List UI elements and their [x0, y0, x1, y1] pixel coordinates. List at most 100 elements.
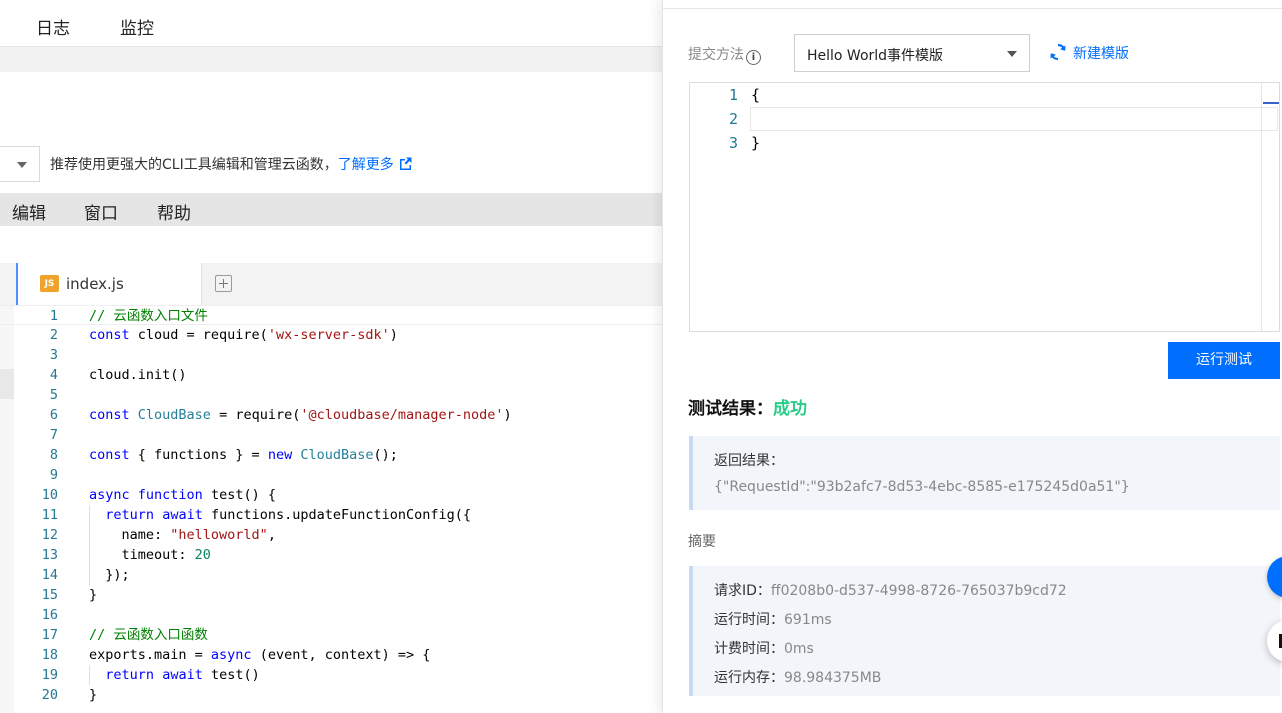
learn-more-label: 了解更多	[337, 157, 394, 173]
tab-logs[interactable]: 日志	[36, 14, 70, 39]
code-token: = require(	[210, 407, 301, 423]
summary-key: 请求ID：	[714, 583, 771, 599]
cli-tip-text: 推荐使用更强大的CLI工具编辑和管理云函数，了解更多	[50, 154, 412, 174]
submit-method-label: 提交方法 i	[688, 44, 761, 65]
summary-row-run-time: 运行时间：691ms	[714, 609, 832, 629]
code-token: test()	[202, 667, 260, 683]
code-text: timeout: 20	[89, 545, 211, 565]
code-text: const { functions } = new CloudBase();	[89, 445, 398, 465]
code-text: // 云函数入口文件	[89, 306, 208, 326]
code-line: 14 });	[0, 565, 662, 585]
code-token: return	[105, 667, 155, 683]
code-token: ,	[267, 527, 276, 543]
code-editor[interactable]: 1 // 云函数入口文件 2 const cloud = require('wx-se…	[0, 305, 662, 713]
code-token: exports.main =	[89, 647, 211, 663]
code-line: 19 return await test()	[0, 665, 662, 685]
code-text: }	[89, 685, 97, 705]
top-nav: 日志 监控	[0, 0, 662, 47]
code-line: 4 cloud.init()	[0, 365, 662, 385]
code-token: (event, context) => {	[251, 647, 431, 663]
code-token: ();	[373, 447, 398, 463]
editor-mode-select[interactable]	[0, 146, 40, 182]
code-line: 15}	[0, 585, 662, 605]
file-tab-label: index.js	[66, 275, 124, 293]
summary-row-memory: 运行内存：98.984375MB	[714, 667, 881, 687]
scrollbar-thumb[interactable]	[1263, 102, 1279, 104]
menu-edit[interactable]: 编辑	[12, 199, 46, 224]
code-token: '@cloudbase/manager-node'	[300, 407, 504, 423]
line-number: 9	[49, 467, 58, 483]
run-test-button[interactable]: 运行测试	[1168, 342, 1280, 379]
line-number: 1	[728, 86, 738, 104]
code-token: async	[210, 647, 252, 663]
tab-monitor[interactable]: 监控	[120, 14, 154, 39]
code-text: // 云函数入口函数	[89, 625, 208, 645]
caret-down-icon	[17, 162, 27, 168]
json-line: 3}	[690, 131, 1260, 155]
menu-window[interactable]: 窗口	[84, 199, 118, 224]
line-number: 8	[49, 447, 58, 463]
new-template-link[interactable]: 新建模版	[1073, 43, 1129, 63]
summary-row-billed-time: 计费时间：0ms	[714, 638, 814, 658]
template-select[interactable]: Hello World事件模版	[794, 34, 1030, 72]
cli-tip-bar: 推荐使用更强大的CLI工具编辑和管理云函数，了解更多	[0, 146, 662, 182]
cli-tip-label: 推荐使用更强大的CLI工具编辑和管理云函数，	[50, 157, 338, 173]
learn-more-link[interactable]: 了解更多	[338, 157, 412, 173]
code-token: cloud = require(	[129, 327, 268, 343]
code-token: await	[162, 507, 203, 523]
summary-value: 691ms	[784, 612, 832, 628]
return-result-box: 返回结果： {"RequestId":"93b2afc7-8d53-4ebc-8…	[689, 436, 1280, 510]
panel-divider	[663, 8, 1282, 9]
code-text: async function test() {	[89, 485, 276, 505]
test-result-heading: 测试结果：成功	[688, 394, 807, 419]
code-text: exports.main = async (event, context) =>…	[89, 645, 430, 665]
code-token: });	[89, 567, 130, 583]
line-number: 6	[49, 407, 58, 423]
function-editor-pane: 日志 监控 推荐使用更强大的CLI工具编辑和管理云函数，了解更多 编辑 窗口 帮…	[0, 0, 662, 713]
code-token: 'wx-server-sdk'	[267, 327, 390, 343]
js-file-icon: JS	[40, 275, 59, 292]
code-text: });	[89, 565, 130, 585]
line-number: 18	[41, 647, 58, 663]
summary-label: 摘要	[688, 534, 716, 550]
code-token: await	[162, 667, 203, 683]
editor-tabs: JS index.js	[0, 263, 662, 305]
code-token: // 云函数入口文件	[89, 308, 208, 324]
file-tab-index-js[interactable]: JS index.js	[16, 263, 202, 305]
summary-value: ff0208b0-d537-4998-8726-765037b9cd72	[770, 583, 1067, 599]
code-line: 10 async function test() {	[0, 485, 662, 505]
summary-key: 计费时间：	[714, 641, 784, 657]
code-line: 2 const cloud = require('wx-server-sdk')	[0, 325, 662, 345]
line-number: 3	[728, 134, 738, 152]
code-token: }	[89, 587, 98, 603]
code-token: const	[89, 447, 130, 463]
code-token: return	[105, 507, 155, 523]
submit-method-text: 提交方法	[688, 47, 744, 63]
code-token: new	[267, 447, 293, 463]
code-line: 18 exports.main = async (event, context) …	[0, 645, 662, 665]
menu-help[interactable]: 帮助	[157, 199, 191, 224]
info-icon[interactable]: i	[746, 50, 761, 65]
code-token: name:	[89, 527, 171, 543]
code-line: 17 // 云函数入口函数	[0, 625, 662, 645]
code-token: const	[89, 327, 130, 343]
code-line: 5	[0, 385, 662, 405]
code-line: 11 return await functions.updateFunction…	[0, 505, 662, 525]
code-line: 12 name: "helloworld",	[0, 525, 662, 545]
summary-box: 请求ID：ff0208b0-d537-4998-8726-765037b9cd7…	[689, 566, 1280, 696]
code-text: name: "helloworld",	[89, 525, 276, 545]
summary-row-request-id: 请求ID：ff0208b0-d537-4998-8726-765037b9cd7…	[714, 580, 1067, 600]
line-number: 13	[41, 547, 58, 563]
new-tab-icon[interactable]	[215, 275, 232, 292]
code-line: 13 timeout: 20	[0, 545, 662, 565]
json-text: }	[751, 134, 761, 152]
line-number: 3	[49, 347, 58, 363]
event-json-editor[interactable]: 1{2 3}	[689, 82, 1280, 332]
test-result-label: 测试结果：	[688, 399, 773, 419]
line-number: 14	[41, 567, 58, 583]
code-token: }	[89, 687, 98, 703]
refresh-icon[interactable]	[1048, 42, 1068, 62]
